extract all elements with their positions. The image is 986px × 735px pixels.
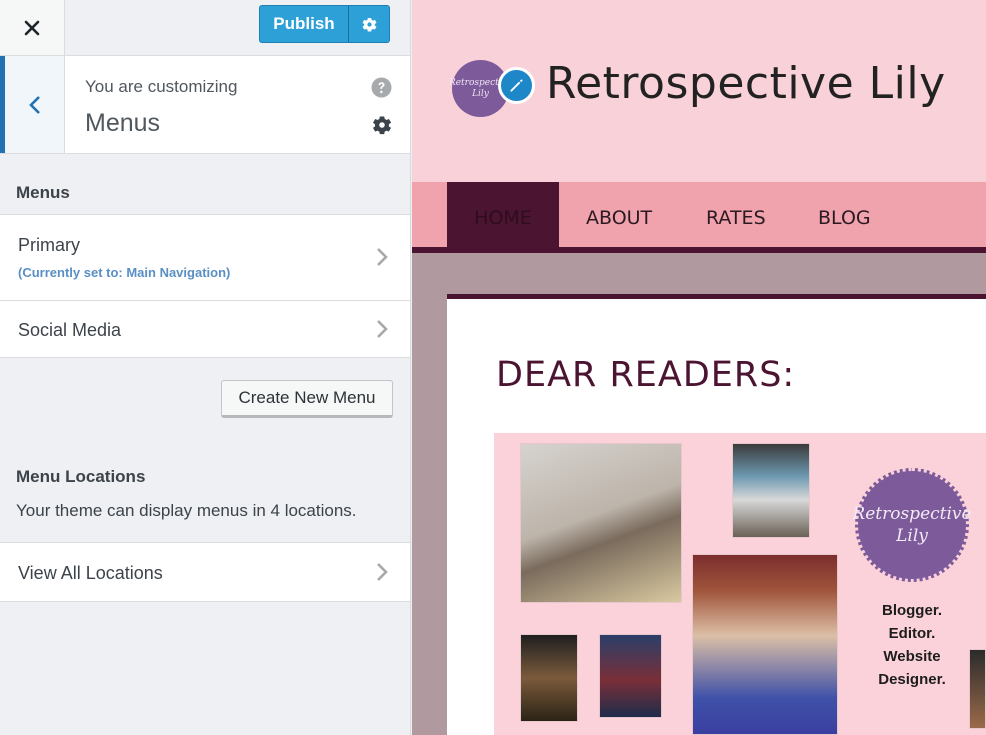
menus-section-heading: Menus	[16, 183, 70, 202]
photo-book-partial	[969, 649, 986, 729]
publish-button[interactable]: Publish	[259, 5, 349, 43]
gear-icon	[362, 17, 377, 32]
photo-book-beloved	[732, 443, 810, 538]
publish-group: Publish	[259, 5, 390, 43]
nav-item-rates[interactable]: RATES	[706, 182, 766, 253]
site-preview: Retrospective Lily Retrospective Lily HO…	[412, 0, 986, 735]
customizer-header: Publish	[0, 0, 410, 56]
menu-item-social-media[interactable]: Social Media	[0, 300, 410, 358]
post-title: DEAR READERS:	[496, 355, 796, 395]
menu-item-label: Social Media	[18, 320, 122, 340]
site-title[interactable]: Retrospective Lily	[546, 58, 946, 109]
customizing-panel-header: You are customizing Menus	[0, 56, 410, 154]
site-navigation: HOME ABOUT RATES BLOG	[412, 182, 986, 253]
banner-tagline: Blogger. Editor. Website Designer.	[878, 602, 946, 688]
customizer-sidebar: Publish You are customizing Menus Menus …	[0, 0, 411, 735]
customizing-label: You are customizing	[85, 77, 238, 96]
close-icon	[24, 20, 40, 35]
post-banner-image: Retrospective Lily Blogger. Editor. Webs…	[494, 433, 986, 735]
menu-locations-heading: Menu Locations	[16, 467, 146, 486]
photo-book-raisin	[520, 634, 578, 722]
help-icon[interactable]	[371, 77, 392, 98]
banner-logo-text: Retrospective Lily	[852, 504, 972, 546]
pencil-icon	[510, 79, 523, 92]
site-header: Retrospective Lily Retrospective Lily	[412, 0, 986, 182]
create-new-menu-button[interactable]: Create New Menu	[221, 380, 393, 418]
nav-item-about[interactable]: ABOUT	[586, 182, 652, 253]
chevron-right-icon	[377, 248, 388, 266]
nav-item-blog[interactable]: BLOG	[818, 182, 871, 253]
nav-item-home[interactable]: HOME	[447, 182, 559, 253]
back-button[interactable]	[0, 56, 65, 153]
menu-item-location-note: (Currently set to: Main Navigation)	[18, 265, 231, 280]
chevron-left-icon	[28, 95, 40, 114]
menu-item-label: Primary	[18, 235, 80, 255]
close-customizer-button[interactable]	[0, 0, 65, 55]
publish-settings-button[interactable]	[349, 5, 390, 43]
panel-settings-gear-icon[interactable]	[371, 114, 393, 136]
chevron-right-icon	[377, 563, 388, 581]
chevron-right-icon	[377, 320, 388, 338]
photo-gym	[692, 554, 838, 735]
banner-logo: Retrospective Lily	[852, 468, 972, 582]
photo-students	[520, 443, 682, 603]
view-all-locations-label: View All Locations	[18, 563, 163, 583]
edit-shortcut-button[interactable]	[498, 67, 535, 104]
menu-locations-description: Your theme can display menus in 4 locati…	[16, 501, 357, 520]
panel-title: Menus	[85, 109, 161, 137]
view-all-locations-item[interactable]: View All Locations	[0, 542, 410, 602]
photo-book-mockingbird	[599, 634, 662, 718]
menu-item-primary[interactable]: Primary (Currently set to: Main Navigati…	[0, 214, 410, 301]
